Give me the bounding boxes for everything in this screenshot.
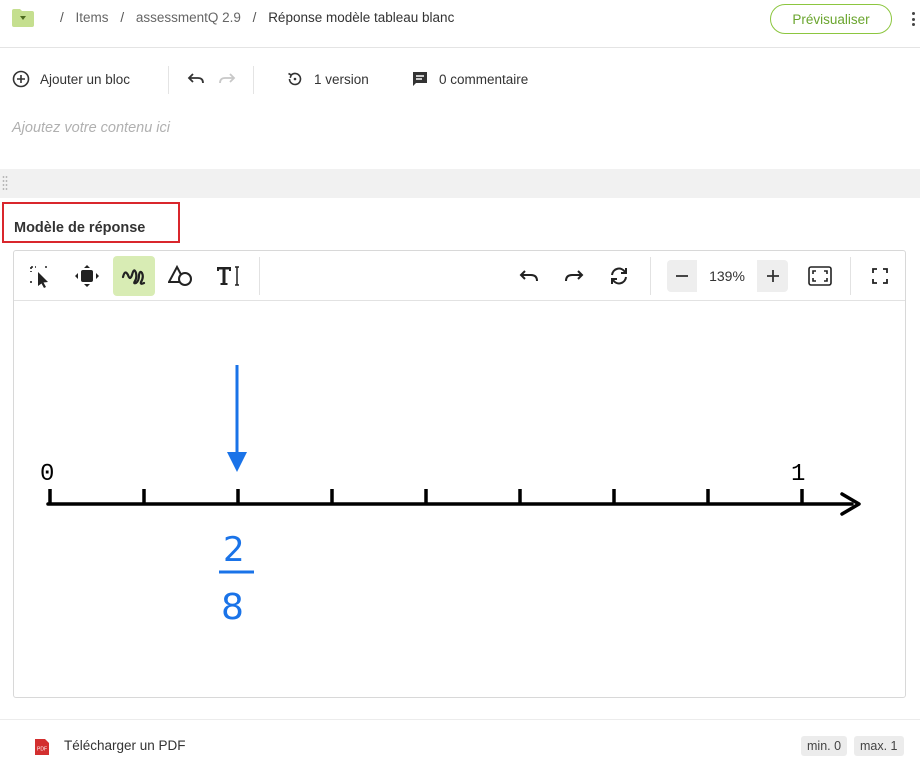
answer-arrowhead xyxy=(227,452,247,472)
top-bar: / Items / assessmentQ 2.9 / Réponse modè… xyxy=(0,0,920,48)
add-circle-icon xyxy=(12,70,30,88)
preview-button[interactable]: Prévisualiser xyxy=(770,4,892,34)
select-icon xyxy=(30,266,49,288)
minus-icon xyxy=(676,275,688,277)
divider xyxy=(850,257,851,295)
folder-icon[interactable] xyxy=(11,8,35,28)
breadcrumb-separator: / xyxy=(252,10,257,25)
move-tool-button[interactable] xyxy=(66,256,108,296)
download-pdf-link[interactable]: Télécharger un PDF xyxy=(64,738,186,753)
zoom-level: 139% xyxy=(697,260,757,292)
freehand-icon xyxy=(121,269,146,285)
fit-to-screen-button[interactable] xyxy=(799,256,841,296)
text-icon xyxy=(217,266,239,286)
drawing-canvas[interactable]: 0 1 2 8 xyxy=(14,302,905,697)
answer-marker xyxy=(227,365,247,472)
add-block-label: Ajouter un bloc xyxy=(40,71,131,87)
undo-icon xyxy=(519,270,538,282)
refresh-icon xyxy=(611,267,627,285)
breadcrumb-current: Réponse modèle tableau blanc xyxy=(268,10,455,25)
divider xyxy=(650,257,651,295)
divider xyxy=(168,66,169,94)
min-badge: min. 0 xyxy=(801,736,848,756)
zoom-control: 139% xyxy=(667,260,788,292)
number-line-ticks xyxy=(48,489,804,504)
add-block-button[interactable]: Ajouter un bloc xyxy=(12,60,130,98)
comment-label: 0 commentaire xyxy=(439,71,529,87)
comment-icon xyxy=(413,72,427,86)
fit-screen-icon xyxy=(808,266,832,286)
board-redo-button[interactable] xyxy=(553,256,595,296)
select-tool-button[interactable] xyxy=(19,256,61,296)
breadcrumb: / Items / assessmentQ 2.9 / Réponse modè… xyxy=(52,10,454,25)
number-line-end-label: 1 xyxy=(791,461,805,488)
breadcrumb-separator: / xyxy=(120,10,125,25)
text-tool-button[interactable] xyxy=(207,256,249,296)
number-line-start-label: 0 xyxy=(40,461,54,488)
block-separator xyxy=(0,169,920,198)
history-icon xyxy=(288,72,302,86)
divider xyxy=(253,66,254,94)
zoom-in-button[interactable] xyxy=(758,260,788,292)
comment-button[interactable]: 0 commentaire xyxy=(411,60,528,98)
content-placeholder[interactable]: Ajoutez votre contenu ici xyxy=(12,120,170,136)
board-undo-button[interactable] xyxy=(508,256,550,296)
whiteboard-toolbar: 139% xyxy=(14,251,905,301)
fraction-numerator: 2 xyxy=(223,530,245,570)
more-options-icon[interactable] xyxy=(907,10,919,28)
section-title-box: Modèle de réponse xyxy=(2,202,180,243)
section-title: Modèle de réponse xyxy=(14,220,146,236)
breadcrumb-items[interactable]: Items xyxy=(76,10,109,25)
whiteboard: 139% 0 1 2 8 xyxy=(13,250,906,698)
redo-icon[interactable] xyxy=(218,71,236,87)
redo-icon xyxy=(565,270,584,282)
handwritten-fraction: 2 8 xyxy=(219,530,254,628)
divider xyxy=(259,257,260,295)
zoom-out-button[interactable] xyxy=(667,260,697,292)
drag-handle-icon[interactable] xyxy=(2,175,8,191)
fraction-denominator: 8 xyxy=(221,587,244,628)
action-bar: Ajouter un bloc 1 version 0 commentaire xyxy=(0,60,920,98)
plus-icon xyxy=(767,270,779,282)
max-badge: max. 1 xyxy=(854,736,904,756)
version-button[interactable]: 1 version xyxy=(286,60,369,98)
reset-board-button[interactable] xyxy=(598,256,640,296)
shapes-tool-button[interactable] xyxy=(160,256,202,296)
version-label: 1 version xyxy=(314,71,369,87)
shapes-icon xyxy=(168,264,192,286)
breadcrumb-separator: / xyxy=(60,10,64,25)
number-line xyxy=(46,492,861,516)
move-icon xyxy=(75,265,99,287)
freehand-tool-button[interactable] xyxy=(113,256,155,296)
svg-text:PDF: PDF xyxy=(37,747,47,753)
fullscreen-button[interactable] xyxy=(859,256,901,296)
pdf-icon[interactable]: PDF xyxy=(34,738,50,756)
fullscreen-icon xyxy=(872,268,888,284)
undo-icon[interactable] xyxy=(187,71,205,87)
footer: PDF Télécharger un PDF min. 0 max. 1 xyxy=(0,719,920,769)
breadcrumb-assessment[interactable]: assessmentQ 2.9 xyxy=(136,10,241,25)
